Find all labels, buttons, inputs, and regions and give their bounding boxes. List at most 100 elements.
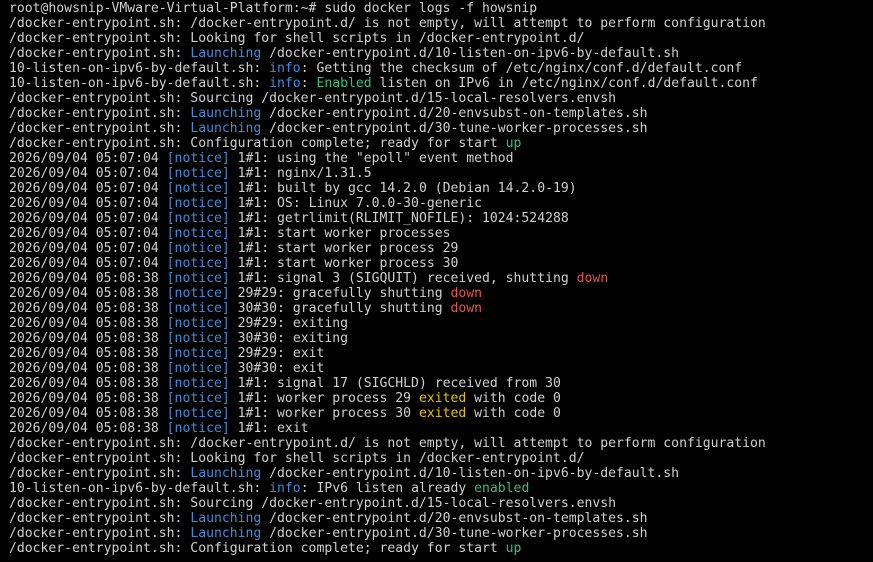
terminal-line: 10-listen-on-ipv6-by-default.sh: info: G… bbox=[9, 61, 873, 76]
highlighted-text: down bbox=[450, 301, 483, 316]
terminal-line: 2026/09/04 05:08:38 [notice] 1#1: signal… bbox=[9, 376, 873, 391]
log-text: 30#30: gracefully shutting bbox=[229, 301, 451, 316]
log-text: /docker-entrypoint.sh: bbox=[9, 511, 191, 526]
log-text: /docker-entrypoint.d/20-envsubst-on-temp… bbox=[261, 106, 648, 121]
terminal-line: 2026/09/04 05:08:38 [notice] 1#1: signal… bbox=[9, 271, 873, 286]
log-text: 2026/09/04 05:08:38 bbox=[9, 391, 167, 406]
log-text: /docker-entrypoint.sh: Sourcing /docker-… bbox=[9, 91, 616, 106]
log-text: 1#1: worker process 30 bbox=[229, 406, 419, 421]
log-text: /docker-entrypoint.sh: Looking for shell… bbox=[9, 451, 585, 466]
log-text: 2026/09/04 05:07:04 bbox=[9, 241, 167, 256]
terminal-line: /docker-entrypoint.sh: Launching /docker… bbox=[9, 46, 873, 61]
terminal-line: /docker-entrypoint.sh: Sourcing /docker-… bbox=[9, 91, 873, 106]
log-text: 2026/09/04 05:08:38 bbox=[9, 316, 167, 331]
terminal-line: /docker-entrypoint.sh: Launching /docker… bbox=[9, 526, 873, 541]
terminal-output[interactable]: root@howsnip-VMware-Virtual-Platform:~# … bbox=[0, 0, 873, 562]
highlighted-text: [notice] bbox=[166, 391, 230, 406]
highlighted-text: [notice] bbox=[166, 196, 230, 211]
highlighted-text: [notice] bbox=[166, 211, 230, 226]
log-text: 2026/09/04 05:08:38 bbox=[9, 406, 167, 421]
highlighted-text: [notice] bbox=[166, 331, 230, 346]
log-text: 10-listen-on-ipv6-by-default.sh: bbox=[9, 61, 270, 76]
log-text: 1#1: signal 3 (SIGQUIT) received, shutti… bbox=[229, 271, 577, 286]
terminal-line: /docker-entrypoint.sh: /docker-entrypoin… bbox=[9, 436, 873, 451]
terminal-line: 2026/09/04 05:07:04 [notice] 1#1: using … bbox=[9, 151, 873, 166]
log-text: /docker-entrypoint.sh: Configuration com… bbox=[9, 541, 506, 556]
terminal-line: /docker-entrypoint.sh: Launching /docker… bbox=[9, 121, 873, 136]
log-text: 29#29: exiting bbox=[229, 316, 348, 331]
highlighted-text: exited bbox=[418, 406, 467, 421]
log-text: 2026/09/04 05:07:04 bbox=[9, 166, 167, 181]
terminal-line: 2026/09/04 05:08:38 [notice] 1#1: exit bbox=[9, 421, 873, 436]
log-text: 1#1: exit bbox=[229, 421, 309, 436]
terminal-line: /docker-entrypoint.sh: Configuration com… bbox=[9, 136, 873, 151]
log-text: 2026/09/04 05:07:04 bbox=[9, 256, 167, 271]
log-text: 2026/09/04 05:08:38 bbox=[9, 346, 167, 361]
log-text: 2026/09/04 05:08:38 bbox=[9, 361, 167, 376]
highlighted-text: up bbox=[505, 541, 522, 556]
log-text: 2026/09/04 05:07:04 bbox=[9, 151, 167, 166]
terminal-line: 2026/09/04 05:08:38 [notice] 1#1: worker… bbox=[9, 406, 873, 421]
log-text: 1#1: using the "epoll" event method bbox=[229, 151, 514, 166]
log-text: 2026/09/04 05:08:38 bbox=[9, 421, 167, 436]
terminal-line: 2026/09/04 05:08:38 [notice] 1#1: worker… bbox=[9, 391, 873, 406]
terminal-line: /docker-entrypoint.sh: Launching /docker… bbox=[9, 511, 873, 526]
log-text: /docker-entrypoint.sh: Configuration com… bbox=[9, 136, 506, 151]
log-text: 1#1: built by gcc 14.2.0 (Debian 14.2.0-… bbox=[229, 181, 577, 196]
terminal-line: 2026/09/04 05:07:04 [notice] 1#1: start … bbox=[9, 256, 873, 271]
log-text: with code 0 bbox=[466, 406, 561, 421]
highlighted-text: Enabled bbox=[316, 76, 372, 91]
terminal-line: 10-listen-on-ipv6-by-default.sh: info: E… bbox=[9, 76, 873, 91]
log-text: 29#29: exit bbox=[229, 346, 325, 361]
log-text: /docker-entrypoint.sh: bbox=[9, 46, 191, 61]
terminal-line: 2026/09/04 05:07:04 [notice] 1#1: start … bbox=[9, 241, 873, 256]
log-text: 2026/09/04 05:08:38 bbox=[9, 376, 167, 391]
log-text: 29#29: gracefully shutting bbox=[229, 286, 451, 301]
highlighted-text: [notice] bbox=[166, 316, 230, 331]
highlighted-text: up bbox=[505, 136, 522, 151]
highlighted-text: down bbox=[450, 286, 483, 301]
highlighted-text: [notice] bbox=[166, 271, 230, 286]
terminal-line: root@howsnip-VMware-Virtual-Platform:~# … bbox=[9, 1, 873, 16]
terminal-line: 2026/09/04 05:08:38 [notice] 29#29: exit… bbox=[9, 316, 873, 331]
highlighted-text: [notice] bbox=[166, 166, 230, 181]
highlighted-text: Launching bbox=[190, 46, 262, 61]
log-text: /docker-entrypoint.sh: bbox=[9, 526, 191, 541]
terminal-line: 2026/09/04 05:08:38 [notice] 29#29: exit bbox=[9, 346, 873, 361]
log-text: 2026/09/04 05:07:04 bbox=[9, 181, 167, 196]
terminal-line: /docker-entrypoint.sh: Looking for shell… bbox=[9, 451, 873, 466]
terminal-line: /docker-entrypoint.sh: /docker-entrypoin… bbox=[9, 16, 873, 31]
highlighted-text: enabled bbox=[474, 481, 530, 496]
terminal-line: 2026/09/04 05:08:38 [notice] 29#29: grac… bbox=[9, 286, 873, 301]
highlighted-text: info bbox=[269, 76, 301, 91]
highlighted-text: [notice] bbox=[166, 286, 230, 301]
log-text: /docker-entrypoint.d/20-envsubst-on-temp… bbox=[261, 511, 648, 526]
log-text: 2026/09/04 05:07:04 bbox=[9, 211, 167, 226]
log-text: : Getting the checksum of /etc/nginx/con… bbox=[300, 61, 743, 76]
highlighted-text: [notice] bbox=[166, 376, 230, 391]
terminal-line: 2026/09/04 05:08:38 [notice] 30#30: exit… bbox=[9, 331, 873, 346]
highlighted-text: [notice] bbox=[166, 241, 230, 256]
terminal-line: 2026/09/04 05:07:04 [notice] 1#1: OS: Li… bbox=[9, 196, 873, 211]
highlighted-text: Launching bbox=[190, 121, 262, 136]
terminal-line: /docker-entrypoint.sh: Sourcing /docker-… bbox=[9, 496, 873, 511]
highlighted-text: Launching bbox=[190, 106, 262, 121]
log-text: 2026/09/04 05:07:04 bbox=[9, 196, 167, 211]
highlighted-text: [notice] bbox=[166, 301, 230, 316]
log-text: /docker-entrypoint.sh: bbox=[9, 121, 191, 136]
log-text: /docker-entrypoint.d/30-tune-worker-proc… bbox=[261, 526, 648, 541]
log-text: 30#30: exit bbox=[229, 361, 325, 376]
log-text: 2026/09/04 05:07:04 bbox=[9, 226, 167, 241]
log-text: 1#1: signal 17 (SIGCHLD) received from 3… bbox=[229, 376, 561, 391]
highlighted-text: Launching bbox=[190, 526, 262, 541]
highlighted-text: Launching bbox=[190, 466, 262, 481]
highlighted-text: [notice] bbox=[166, 406, 230, 421]
highlighted-text: [notice] bbox=[166, 361, 230, 376]
log-text: /docker-entrypoint.d/10-listen-on-ipv6-b… bbox=[261, 46, 680, 61]
highlighted-text: exited bbox=[418, 391, 467, 406]
log-text: /docker-entrypoint.sh: /docker-entrypoin… bbox=[9, 436, 766, 451]
log-text: 30#30: exiting bbox=[229, 331, 348, 346]
highlighted-text: [notice] bbox=[166, 346, 230, 361]
log-text: /docker-entrypoint.sh: /docker-entrypoin… bbox=[9, 16, 766, 31]
log-text: : IPv6 listen already bbox=[300, 481, 475, 496]
